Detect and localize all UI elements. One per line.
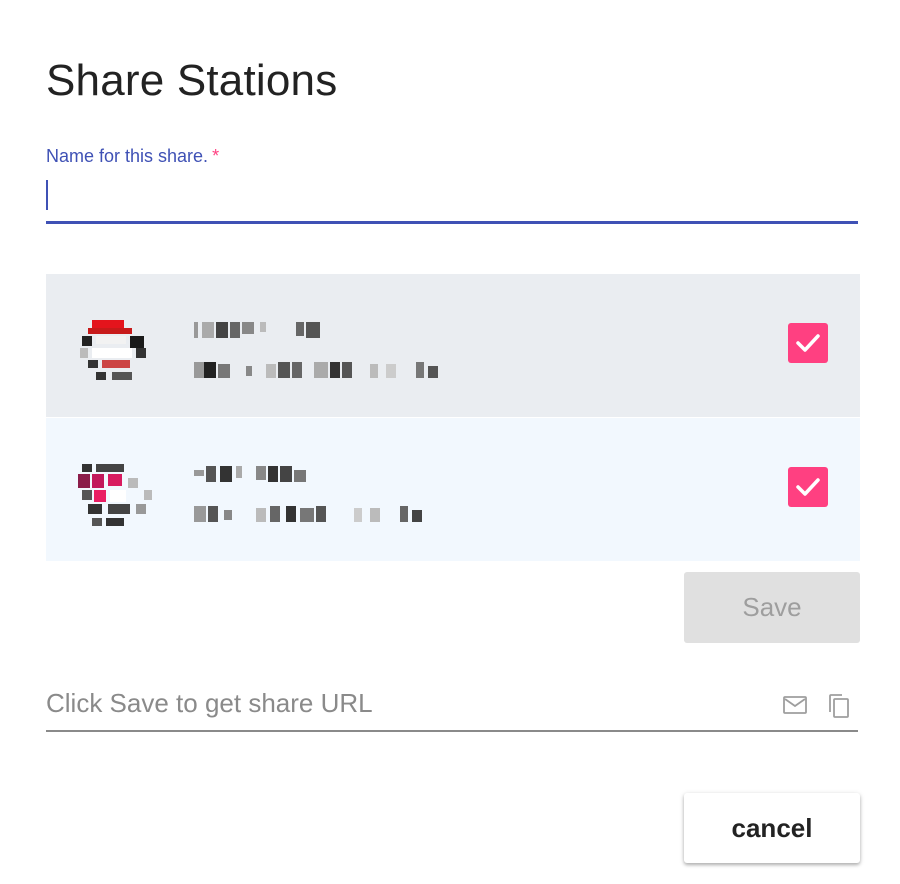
required-mark: * (212, 146, 220, 166)
share-name-input[interactable] (46, 176, 858, 222)
cancel-button[interactable]: cancel (684, 793, 860, 863)
share-url-field: Click Save to get share URL (46, 680, 858, 732)
share-url-underline (46, 730, 858, 732)
station-row[interactable] (46, 274, 860, 417)
copy-icon[interactable] (826, 692, 852, 720)
station-checkbox[interactable] (788, 323, 828, 363)
share-url-text: Click Save to get share URL (46, 688, 373, 718)
station-list (46, 274, 860, 561)
share-name-field[interactable]: Name for this share. * (46, 140, 858, 230)
station-avatar-icon (78, 462, 158, 528)
check-icon (796, 478, 820, 496)
dialog-title: Share Stations (46, 56, 338, 105)
text-caret (46, 180, 48, 210)
mail-icon[interactable] (782, 694, 808, 716)
save-button[interactable]: Save (684, 572, 860, 643)
station-row[interactable] (46, 418, 860, 561)
share-name-label: Name for this share. * (46, 146, 220, 166)
station-avatar-icon (78, 318, 158, 384)
station-checkbox[interactable] (788, 467, 828, 507)
check-icon (796, 334, 820, 352)
share-name-underline (46, 221, 858, 224)
